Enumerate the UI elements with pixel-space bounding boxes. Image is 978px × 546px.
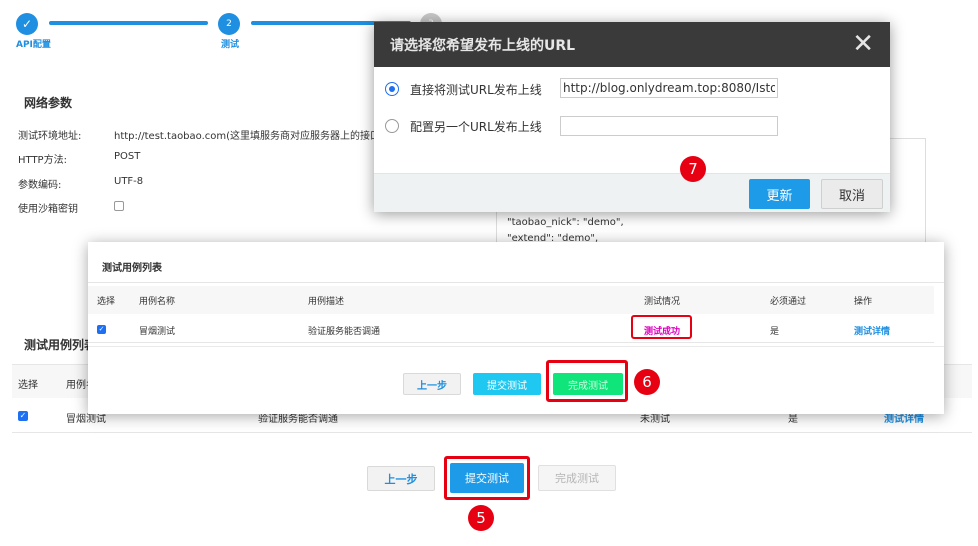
cancel-button[interactable]: 取消 — [821, 179, 883, 209]
dialog-row-divider — [88, 342, 934, 343]
json-line-taobao-nick: "taobao_nick": "demo", — [507, 217, 624, 228]
step-1-label: API配置 — [16, 40, 51, 50]
publish-other-url-radio[interactable] — [385, 119, 399, 133]
dialog-col-required: 必须通过 — [770, 297, 807, 307]
step-2-current-icon: 2 — [218, 13, 240, 35]
param-encoding-value: UTF-8 — [114, 176, 144, 187]
publish-test-url-radio[interactable] — [385, 82, 399, 96]
publish-url-dialog-title: 请选择您希望发布上线的URL — [390, 38, 576, 54]
finish-highlight-box — [546, 360, 628, 402]
dialog-submit-test-button[interactable]: 提交测试 — [473, 373, 541, 395]
base-row-checkbox[interactable]: ✓ — [18, 411, 28, 421]
network-params-title: 网络参数 — [24, 96, 73, 110]
dialog-col-status: 测试情况 — [644, 297, 681, 307]
submit-highlight-box — [444, 456, 530, 500]
test-env-url-label: 测试环境地址: — [18, 131, 82, 142]
test-cases-dialog-title: 测试用例列表 — [102, 263, 162, 274]
base-finish-test-button: 完成测试 — [538, 465, 616, 491]
base-prev-button[interactable]: 上一步 — [367, 466, 435, 491]
publish-url-dialog: 请选择您希望发布上线的URL ✕ 直接将测试URL发布上线 配置另一个URL发布… — [374, 22, 890, 212]
test-cases-dialog: 测试用例列表 选择 用例名称 用例描述 测试情况 必须通过 操作 ✓ 冒烟测试 … — [88, 242, 944, 414]
dialog-row-desc: 验证服务能否调通 — [308, 327, 381, 337]
dialog-title-divider — [88, 282, 944, 283]
dialog-col-name: 用例名称 — [139, 297, 176, 307]
dialog-row-required: 是 — [770, 327, 780, 337]
status-highlight-box — [631, 315, 692, 339]
annotation-badge-7: 7 — [680, 156, 706, 182]
dialog-col-action: 操作 — [854, 297, 873, 307]
base-cases-title: 测试用例列表 — [24, 338, 97, 352]
step-1-done-icon: ✓ — [16, 13, 38, 35]
publish-url-dialog-footer — [374, 173, 890, 212]
dialog-col-select: 选择 — [97, 297, 116, 307]
close-icon[interactable]: ✕ — [852, 29, 874, 59]
dialog-prev-button[interactable]: 上一步 — [403, 373, 461, 395]
sandbox-key-checkbox[interactable] — [114, 201, 124, 211]
test-env-url-value: http://test.taobao.com(这里填服务商对应服务器上的接口地址 — [114, 131, 401, 142]
dialog-row-checkbox[interactable]: ✓ — [97, 325, 106, 334]
base-col-select: 选择 — [18, 380, 38, 391]
http-method-value: POST — [114, 151, 141, 162]
publish-url-dialog-header: 请选择您希望发布上线的URL ✕ — [374, 22, 890, 67]
dialog-footer-divider — [88, 346, 944, 347]
dialog-col-desc: 用例描述 — [308, 297, 345, 307]
annotation-badge-5: 5 — [468, 505, 494, 531]
step-2-label: 测试 — [221, 40, 240, 50]
test-url-input[interactable] — [560, 78, 778, 98]
base-row-divider — [12, 432, 972, 433]
sandbox-key-label: 使用沙箱密钥 — [18, 204, 78, 215]
dialog-row-name: 冒烟测试 — [139, 327, 176, 337]
step-progress-line-1 — [49, 21, 208, 25]
annotation-badge-6: 6 — [634, 369, 660, 395]
dialog-row-detail-link[interactable]: 测试详情 — [854, 324, 890, 337]
update-button[interactable]: 更新 — [749, 179, 810, 209]
publish-test-url-label[interactable]: 直接将测试URL发布上线 — [410, 81, 542, 98]
http-method-label: HTTP方法: — [18, 155, 67, 166]
publish-other-url-label[interactable]: 配置另一个URL发布上线 — [410, 118, 542, 135]
dialog-table-header — [88, 286, 934, 314]
other-url-input[interactable] — [560, 116, 778, 136]
param-encoding-label: 参数编码: — [18, 180, 62, 191]
